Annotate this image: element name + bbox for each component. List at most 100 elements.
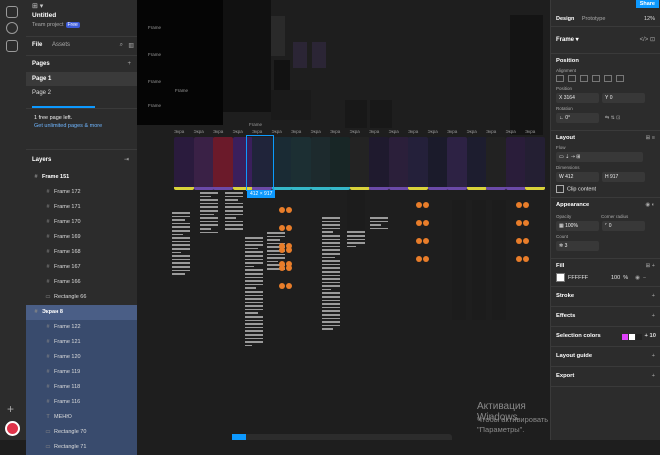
screen-frame[interactable] [486,137,506,190]
stroke-section[interactable]: Stroke + [551,287,660,307]
align-left-icon[interactable] [556,75,564,82]
library-icon[interactable] [6,40,18,52]
effects-section[interactable]: Effects + [551,307,660,327]
selection-color-swatches[interactable]: + 10 [621,327,656,346]
width-field[interactable]: W 412 [556,172,599,182]
selection-colors-section[interactable]: Selection colors + 10 [551,327,660,347]
add-stroke-icon[interactable]: + [652,287,655,306]
screen-frame[interactable] [525,137,545,190]
remove-fill-icon[interactable]: − [643,275,646,281]
layer-item[interactable]: # Frame 169 [26,230,137,245]
layer-item[interactable]: # Frame 151 [26,170,137,185]
layer-item[interactable]: # Frame 171 [26,200,137,215]
fill-row[interactable]: FFFFFF 100 % ◉ − [556,273,656,282]
layer-item[interactable]: # Frame 121 [26,335,137,350]
eye-icon[interactable]: ◉ [635,275,640,281]
avatar[interactable] [5,421,20,436]
frame-thumb[interactable] [347,190,365,230]
search-icon[interactable]: ⌕ [120,42,123,49]
fill-opacity[interactable]: 100 [611,275,620,281]
add-guide-icon[interactable]: + [652,347,655,366]
screen-frame[interactable] [505,137,526,190]
zoom-level[interactable]: 12% [644,12,655,26]
frame-options-icon[interactable]: </> ⊡ [640,27,655,53]
screen-frame[interactable] [271,137,292,190]
screen-frame[interactable] [174,137,194,190]
align-top-icon[interactable] [592,75,600,82]
export-section[interactable]: Export + [551,367,660,387]
layer-item[interactable]: # Frame 170 [26,215,137,230]
layout-guide-section[interactable]: Layout guide + [551,347,660,367]
move-tool-icon[interactable] [232,434,246,440]
tab-file[interactable]: File [32,42,42,48]
screen-frame[interactable] [330,137,350,190]
screen-frame[interactable] [466,137,487,190]
screen-frame[interactable] [388,137,409,190]
collapse-icon[interactable]: ⇥ [124,150,129,170]
fill-swatch[interactable] [556,273,565,282]
align-center-icon[interactable] [568,75,576,82]
screen-frame[interactable] [310,137,331,190]
layer-item[interactable]: # Frame 119 [26,365,137,380]
count-field[interactable]: ✲ 3 [556,241,599,251]
y-field[interactable]: Y 0 [602,93,645,103]
play-icon[interactable] [6,22,18,34]
fill-options-icon[interactable]: ⊞ + [646,263,655,269]
upgrade-link[interactable]: Get unlimited pages & more [34,123,102,129]
book-icon[interactable]: ▥ [128,42,134,49]
frame-thumb[interactable] [472,200,486,320]
x-field[interactable]: X 3164 [556,93,599,103]
screen-frame[interactable] [291,137,311,190]
align-right-icon[interactable] [580,75,588,82]
layer-item[interactable]: # Frame 168 [26,245,137,260]
rotation-field[interactable]: ∟ 0° [556,113,599,123]
align-bottom-icon[interactable] [616,75,624,82]
screen-frame[interactable] [213,137,233,190]
add-effect-icon[interactable]: + [652,307,655,326]
frame-selector[interactable]: Frame ▾ </> ⊡ [551,27,660,54]
share-button[interactable]: Share [635,0,659,8]
layer-item[interactable]: T МЕНЮ [26,410,137,425]
layer-item[interactable]: # Экран 8 [26,305,137,320]
layer-item[interactable]: # Frame 118 [26,380,137,395]
selection-box[interactable] [246,135,274,191]
opacity-field[interactable]: ▦ 100% [556,221,599,231]
layer-item[interactable]: ▭ Rectangle 66 [26,290,137,305]
frame-thumb[interactable] [510,15,543,135]
screen-frame[interactable] [427,137,448,190]
add-icon[interactable]: + [7,402,14,416]
layer-item[interactable]: # Frame 116 [26,395,137,410]
frame-thumb[interactable] [312,42,326,68]
layer-item[interactable]: ▭ Rectangle 70 [26,425,137,440]
corner-radius-field[interactable]: ⌜ 0 [602,221,645,231]
canvas[interactable]: Frame Frame Frame Frame Frame Frame Экра… [137,0,550,440]
visibility-icon[interactable]: ◉ ◐ [645,202,655,208]
align-middle-icon[interactable] [604,75,612,82]
height-field[interactable]: H 917 [602,172,645,182]
screen-frame[interactable] [447,137,467,190]
screen-frame[interactable] [349,137,370,190]
flow-selector[interactable]: ▭ ⇣ ⇢ ⊞ [556,152,643,162]
screen-frame[interactable] [369,137,389,190]
layer-item[interactable]: # Frame 166 [26,275,137,290]
add-page-icon[interactable]: + [127,56,131,72]
file-title[interactable]: Untitled [32,12,56,19]
layer-item[interactable]: # Frame 122 [26,320,137,335]
tab-prototype[interactable]: Prototype [582,16,606,22]
screen-frame[interactable] [408,137,428,190]
frame-thumb[interactable] [345,100,367,128]
frame-thumb[interactable] [293,42,307,68]
page-item-2[interactable]: Page 2 [26,86,137,100]
layer-item[interactable]: ▭ Rectangle 71 [26,440,137,455]
layer-item[interactable]: # Frame 120 [26,350,137,365]
clip-content-checkbox[interactable] [556,185,564,193]
page-item-1[interactable]: Page 1 [26,72,137,86]
add-export-icon[interactable]: + [652,367,655,386]
frame-thumb[interactable] [370,100,392,128]
screen-frame[interactable] [193,137,214,190]
fill-hex[interactable]: FFFFFF [568,275,608,281]
home-icon[interactable] [6,6,18,18]
frame-thumb[interactable] [271,16,285,56]
layer-item[interactable]: # Frame 172 [26,185,137,200]
frame-thumb[interactable] [452,200,466,320]
